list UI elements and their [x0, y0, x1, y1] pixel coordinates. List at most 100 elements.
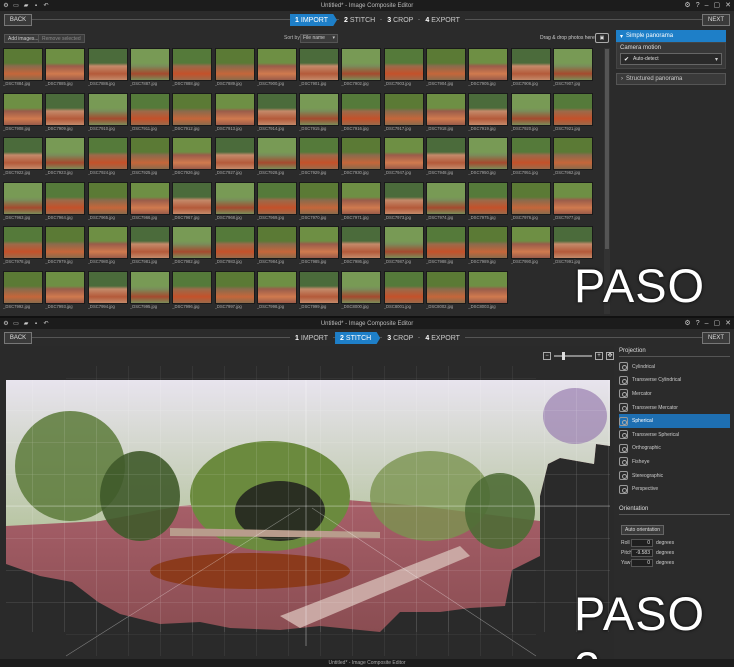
thumbnail[interactable]: _DSC7988.jpg	[426, 226, 466, 270]
thumbnail[interactable]: _DSC7983.jpg	[214, 226, 255, 270]
back-button[interactable]: BACK	[4, 332, 32, 344]
thumbnail[interactable]: _DSC7976.jpg	[510, 181, 551, 226]
thumbnail[interactable]: _DSC7923.jpg	[45, 137, 86, 181]
remove-selected-button[interactable]: Remove selected	[38, 34, 85, 43]
thumbnail[interactable]: _DSC7963.jpg	[3, 181, 43, 226]
thumbnail[interactable]: _DSC7930.jpg	[341, 137, 382, 181]
thumbnail[interactable]: _DSC7922.jpg	[3, 137, 43, 181]
thumbnail[interactable]: _DSC7966.jpg	[129, 181, 170, 226]
thumbnail[interactable]: _DSC7903.jpg	[383, 48, 424, 92]
settings-icon[interactable]: ⚙	[684, 318, 690, 329]
zoom-in-button[interactable]: +	[595, 352, 603, 360]
projection-option[interactable]: Spherical	[619, 414, 730, 428]
tab-export[interactable]: 4 EXPORT	[420, 14, 465, 26]
tab-export[interactable]: 4 EXPORT	[420, 332, 465, 344]
camera-icon[interactable]: ▣	[595, 33, 609, 43]
thumbnail[interactable]: _DSC7911.jpg	[129, 92, 170, 137]
new-icon[interactable]: ▭	[13, 321, 19, 327]
open-icon[interactable]: ▰	[23, 3, 29, 9]
maximize-icon[interactable]: ▢	[714, 318, 721, 329]
thumbnail[interactable]: _DSC7901.jpg	[299, 48, 340, 92]
save-icon[interactable]: ▪	[33, 321, 39, 327]
add-images-button[interactable]: Add images...	[4, 34, 43, 43]
thumbnail[interactable]: _DSC7981.jpg	[129, 226, 170, 270]
thumbnail[interactable]: _DSC7985.jpg	[299, 226, 340, 270]
next-button[interactable]: NEXT	[702, 14, 730, 26]
thumbnail[interactable]: _DSC7977.jpg	[552, 181, 593, 226]
auto-orientation-button[interactable]: Auto orientation	[621, 524, 665, 535]
projection-option[interactable]: Transverse Mercator	[619, 401, 730, 415]
thumbnail[interactable]: _DSC7948.jpg	[426, 137, 466, 181]
projection-option[interactable]: Stereographic	[619, 469, 730, 483]
thumbnail[interactable]: _DSC7994.jpg	[87, 271, 128, 315]
projection-option[interactable]: Orthographic	[619, 442, 730, 456]
thumbnail[interactable]: _DSC7968.jpg	[214, 181, 255, 226]
thumbnail[interactable]: _DSC7984.jpg	[256, 226, 297, 270]
help-icon[interactable]: ?	[696, 318, 700, 329]
thumbnail[interactable]: _DSC7913.jpg	[214, 92, 255, 137]
minimize-icon[interactable]: –	[705, 0, 709, 11]
projection-option[interactable]: Fisheye	[619, 455, 730, 469]
help-icon[interactable]: ?	[696, 0, 700, 11]
thumbnail[interactable]: _DSC7919.jpg	[468, 92, 509, 137]
thumbnail[interactable]: _DSC7928.jpg	[256, 137, 297, 181]
sort-by-select[interactable]: File name	[300, 34, 338, 43]
thumbnail[interactable]: _DSC7950.jpg	[468, 137, 509, 181]
thumbnail[interactable]: _DSC7999.jpg	[299, 271, 340, 315]
open-icon[interactable]: ▰	[23, 321, 29, 327]
thumbnail[interactable]: _DSC7886.jpg	[87, 48, 128, 92]
projection-option[interactable]: Cylindrical	[619, 360, 730, 374]
thumbnail[interactable]: _DSC7980.jpg	[87, 226, 128, 270]
thumbnail[interactable]: _DSC7973.jpg	[383, 181, 424, 226]
back-button[interactable]: BACK	[4, 14, 32, 26]
thumbnail[interactable]: _DSC7997.jpg	[214, 271, 255, 315]
close-icon[interactable]: ✕	[725, 0, 731, 11]
thumbnail[interactable]: _DSC7951.jpg	[510, 137, 551, 181]
projection-option[interactable]: Transverse Spherical	[619, 428, 730, 442]
zoom-out-button[interactable]: −	[543, 352, 551, 360]
thumbnail[interactable]: _DSC7885.jpg	[45, 48, 86, 92]
tab-crop[interactable]: 3 CROP	[382, 332, 419, 344]
thumbnail[interactable]: _DSC7986.jpg	[341, 226, 382, 270]
minimize-icon[interactable]: –	[705, 318, 709, 329]
app-icon[interactable]: ⚙	[3, 3, 9, 9]
thumbnail[interactable]: _DSC7909.jpg	[45, 92, 86, 137]
thumbnail[interactable]: _DSC7884.jpg	[3, 48, 43, 92]
thumbnail[interactable]: _DSC7970.jpg	[299, 181, 340, 226]
thumbnail[interactable]: _DSC7914.jpg	[256, 92, 297, 137]
thumbnail[interactable]: _DSC7888.jpg	[172, 48, 213, 92]
thumbnail[interactable]: _DSC7975.jpg	[468, 181, 509, 226]
thumbnail[interactable]: _DSC7965.jpg	[87, 181, 128, 226]
tab-import[interactable]: 1 IMPORT	[290, 14, 338, 26]
thumbnail[interactable]: _DSC7910.jpg	[87, 92, 128, 137]
thumbnail[interactable]: _DSC7912.jpg	[172, 92, 213, 137]
app-icon[interactable]: ⚙	[3, 321, 9, 327]
thumbnail[interactable]: _DSC8000.jpg	[341, 271, 382, 315]
thumbnail[interactable]: _DSC7989.jpg	[468, 226, 509, 270]
thumbnail[interactable]: _DSC7916.jpg	[341, 92, 382, 137]
thumbnail[interactable]: _DSC7967.jpg	[172, 181, 213, 226]
thumbnail[interactable]: _DSC7969.jpg	[256, 181, 297, 226]
thumbnail[interactable]: _DSC7917.jpg	[383, 92, 424, 137]
thumbnail[interactable]: _DSC7990.jpg	[510, 226, 551, 270]
thumbnail[interactable]: _DSC7971.jpg	[341, 181, 382, 226]
tab-import[interactable]: 1 IMPORT	[290, 332, 334, 344]
thumbnail[interactable]: _DSC7900.jpg	[256, 48, 297, 92]
structured-panorama-option[interactable]: › Structured panorama	[616, 73, 726, 85]
new-icon[interactable]: ▭	[13, 3, 19, 9]
thumbnail[interactable]: _DSC7926.jpg	[172, 137, 213, 181]
panorama-canvas[interactable]	[0, 346, 614, 659]
projection-option[interactable]: Transverse Cylindrical	[619, 374, 730, 388]
thumbnail[interactable]: _DSC8003.jpg	[468, 271, 509, 315]
close-icon[interactable]: ✕	[725, 318, 731, 329]
thumbnail[interactable]: _DSC7979.jpg	[45, 226, 86, 270]
projection-option[interactable]: Perspective	[619, 482, 730, 496]
thumbnail[interactable]: _DSC7889.jpg	[214, 48, 255, 92]
thumbnail[interactable]: _DSC7992.jpg	[3, 271, 43, 315]
thumbnail[interactable]: _DSC7993.jpg	[45, 271, 86, 315]
thumbnail[interactable]: _DSC7925.jpg	[129, 137, 170, 181]
panorama-preview[interactable]	[0, 346, 614, 659]
thumbnail[interactable]: _DSC7947.jpg	[383, 137, 424, 181]
thumbnail[interactable]: _DSC7996.jpg	[172, 271, 213, 315]
orientation-input[interactable]: 0	[631, 558, 653, 567]
